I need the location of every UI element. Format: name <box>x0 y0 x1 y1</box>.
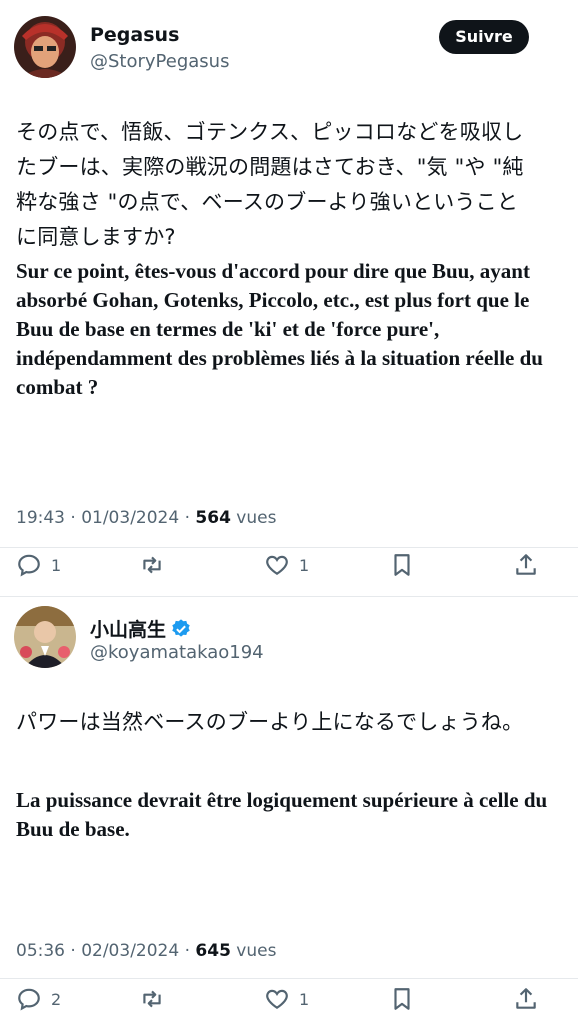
tweet-timestamp[interactable]: 19:43 · 01/03/2024 · 564 vues <box>16 508 276 528</box>
timestamp-text: 19:43 · 01/03/2024 · <box>16 508 196 528</box>
share-button[interactable] <box>513 986 539 1012</box>
views-count: 564 <box>195 508 231 528</box>
avatar[interactable] <box>14 16 76 78</box>
verified-badge-icon <box>172 618 190 637</box>
views-count: 645 <box>195 941 231 961</box>
views-label: vues <box>230 508 277 528</box>
divider <box>0 978 578 979</box>
heart-icon <box>266 555 288 575</box>
heart-icon <box>266 989 288 1009</box>
tweet-timestamp[interactable]: 05:36 · 02/03/2024 · 645 vues <box>16 941 276 961</box>
like-count: 1 <box>299 555 310 575</box>
share-icon <box>516 988 536 1009</box>
divider <box>0 596 578 597</box>
reply-button[interactable]: 1 <box>16 552 61 578</box>
reply-button[interactable]: 2 <box>16 986 61 1012</box>
like-button[interactable]: 1 <box>264 552 309 578</box>
follow-button[interactable]: Suivre <box>439 20 529 54</box>
tweet-text-french: Sur ce point, êtes-vous d'accord pour di… <box>16 259 543 399</box>
divider <box>0 547 578 548</box>
bookmark-icon <box>394 554 410 576</box>
tweet-text-japanese: その点で、悟飯、ゴテンクス、ピッコロなどを吸収したブーは、実際の戦況の問題はさて… <box>16 120 524 249</box>
retweet-button[interactable] <box>139 552 165 578</box>
author-name[interactable]: Pegasus <box>90 24 179 46</box>
bookmark-button[interactable] <box>389 552 415 578</box>
author-name-text: 小山高生 <box>90 619 167 641</box>
author-handle[interactable]: @StoryPegasus <box>90 51 229 72</box>
share-button[interactable] <box>513 552 539 578</box>
bookmark-icon <box>394 988 410 1010</box>
tweet-text-french: La puissance devrait être logiquement su… <box>16 788 548 841</box>
avatar[interactable] <box>14 606 76 668</box>
retweet-icon <box>143 990 161 1008</box>
like-button[interactable]: 1 <box>264 986 309 1012</box>
views-label: vues <box>230 941 277 961</box>
like-count: 1 <box>299 989 310 1009</box>
reply-icon <box>18 554 40 577</box>
reply-count: 1 <box>51 555 62 575</box>
timestamp-text: 05:36 · 02/03/2024 · <box>16 941 196 961</box>
tweet-text-japanese: パワーは当然ベースのブーより上になるでしょうね。 <box>16 710 524 734</box>
retweet-icon <box>143 556 161 574</box>
retweet-button[interactable] <box>139 986 165 1012</box>
reply-icon <box>18 988 40 1011</box>
author-handle[interactable]: @koyamatakao194 <box>90 642 264 663</box>
reply-count: 2 <box>51 989 62 1009</box>
author-name[interactable]: 小山高生 <box>90 615 192 642</box>
share-icon <box>516 554 536 575</box>
bookmark-button[interactable] <box>389 986 415 1012</box>
